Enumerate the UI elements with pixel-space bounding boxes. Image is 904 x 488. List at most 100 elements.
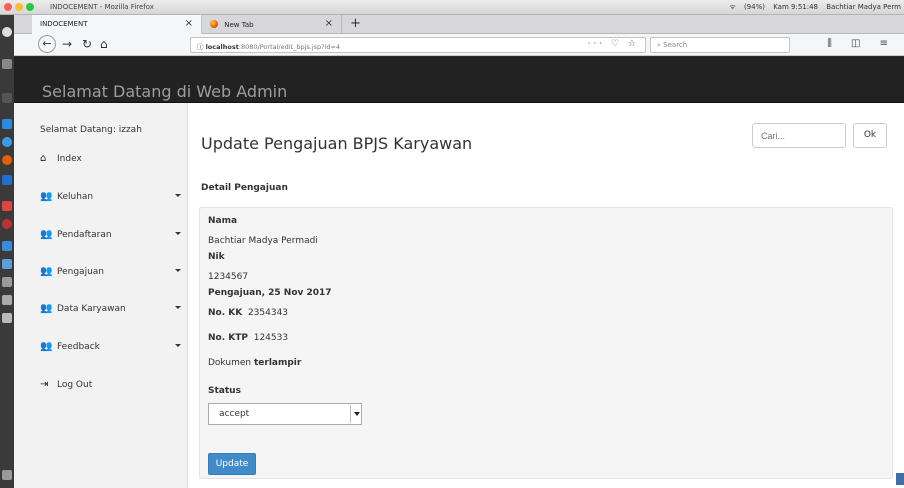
users-icon: 👥: [40, 191, 53, 202]
app-icon[interactable]: [2, 201, 12, 211]
section-heading: Detail Pengajuan: [201, 183, 288, 193]
firefox-icon[interactable]: [2, 155, 12, 165]
minimize-window-button[interactable]: [15, 3, 23, 11]
close-tab-icon[interactable]: ×: [325, 18, 333, 29]
users-icon: 👥: [40, 303, 53, 314]
sidebar-item-label: Feedback: [57, 342, 100, 352]
trash-icon[interactable]: [2, 470, 12, 480]
brand-title[interactable]: Selamat Datang di Web Admin: [42, 82, 287, 101]
sidebar-item-feedback[interactable]: 👥 Feedback: [40, 341, 181, 352]
sidebar-item-index[interactable]: ⌂ Index: [40, 153, 180, 164]
launcher-dock: [0, 15, 14, 488]
dokumen-label: Dokumen: [208, 358, 252, 368]
caret-down-icon: [175, 344, 181, 347]
sidebar-item-logout[interactable]: ⇥ Log Out: [40, 379, 180, 390]
dokumen-row: Dokumen terlampir: [208, 358, 301, 368]
app-icon[interactable]: [2, 241, 12, 251]
side-panel-toggle[interactable]: [896, 473, 904, 485]
ktp-label: No. KTP: [208, 333, 248, 343]
status-selected-value: accept: [219, 409, 250, 419]
app-icon[interactable]: [2, 259, 12, 269]
logout-icon: ⇥: [40, 379, 49, 390]
home-icon: ⌂: [40, 153, 47, 164]
caret-down-icon: [175, 269, 181, 272]
detail-panel: Nama Bachtiar Madya Permadi Nik 1234567 …: [199, 207, 893, 479]
main-content: Update Pengajuan BPJS Karyawan Ok Detail…: [188, 103, 904, 488]
reload-button[interactable]: ↻: [82, 37, 92, 51]
tab-new-tab[interactable]: New Tab ×: [202, 15, 342, 34]
tab-indocement[interactable]: INDOCEMENT ×: [32, 15, 202, 34]
close-tab-icon[interactable]: ×: [185, 18, 193, 29]
pengajuan-date: Pengajuan, 25 Nov 2017: [208, 288, 332, 298]
page-actions-icon[interactable]: ··· ♡ ☆: [588, 39, 639, 49]
battery-indicator[interactable]: (94%): [744, 3, 765, 11]
sidebar-item-label: Keluhan: [57, 192, 94, 202]
tab-label: New Tab: [224, 21, 254, 29]
sidebar-item-label: Index: [57, 154, 82, 164]
clock[interactable]: Kam 9:51:48: [773, 3, 818, 11]
search-ok-button[interactable]: Ok: [853, 123, 887, 148]
sidebar-item-label: Pendaftaran: [57, 230, 112, 240]
ktp-row: No. KTP 124533: [208, 333, 288, 343]
app-icon[interactable]: [2, 175, 12, 185]
back-button[interactable]: ←: [38, 35, 56, 53]
sidebar-item-pendaftaran[interactable]: 👥 Pendaftaran: [40, 229, 181, 240]
app-icon[interactable]: [2, 119, 12, 129]
kk-value: 2354343: [247, 308, 289, 318]
kk-label: No. KK: [208, 308, 243, 318]
sidebar-item-keluhan[interactable]: 👥 Keluhan: [40, 191, 181, 202]
sidebar-item-pengajuan[interactable]: 👥 Pengajuan: [40, 266, 181, 277]
info-icon[interactable]: ⓘ: [197, 43, 204, 51]
site-navbar: Selamat Datang di Web Admin: [14, 57, 904, 103]
url-path: :8080/Portal/edit_bpjs.jsp?id=4: [238, 43, 341, 51]
system-tray: ᯤ (94%) Kam 9:51:48 Bachtiar Madya Perm: [723, 3, 901, 12]
app-icon[interactable]: [2, 219, 12, 229]
sidebar-item-label: Data Karyawan: [57, 304, 126, 314]
welcome-text: Selamat Datang: izzah: [40, 125, 142, 135]
search-placeholder: Search: [663, 41, 688, 49]
library-icon[interactable]: ⫼ ◫ ≡: [827, 38, 896, 49]
user-menu[interactable]: Bachtiar Madya Perm: [826, 3, 901, 11]
sidebar-item-data-karyawan[interactable]: 👥 Data Karyawan: [40, 303, 181, 314]
new-tab-button[interactable]: +: [350, 16, 361, 31]
chrome-icon[interactable]: [2, 137, 12, 147]
tab-label: INDOCEMENT: [40, 20, 88, 28]
sidebar-item-label: Log Out: [57, 380, 93, 390]
window-title: INDOCEMENT - Mozilla Firefox: [50, 3, 154, 11]
wifi-icon[interactable]: ᯤ: [729, 3, 735, 11]
sidebar: Selamat Datang: izzah ⌂ Index 👥 Keluhan 👥 P…: [14, 103, 188, 488]
url-bar[interactable]: ⓘ localhost:8080/Portal/edit_bpjs.jsp?id…: [190, 37, 646, 53]
navigation-toolbar: ← → ↻ ⌂ ⓘ localhost:8080/Portal/edit_bpj…: [14, 34, 904, 56]
nik-value: 1234567: [208, 272, 249, 282]
update-button[interactable]: Update: [208, 453, 256, 475]
status-select[interactable]: accept: [208, 403, 362, 425]
forward-button[interactable]: →: [62, 37, 72, 51]
browser-search-input[interactable]: ⌕ Search: [650, 37, 790, 53]
nama-label: Nama: [208, 216, 238, 226]
nik-label: Nik: [208, 252, 225, 262]
ktp-value: 124533: [253, 333, 289, 343]
tab-strip: INDOCEMENT × New Tab × +: [14, 15, 904, 34]
caret-down-icon: [175, 232, 181, 235]
users-icon: 👥: [40, 266, 53, 277]
status-label: Status: [208, 386, 241, 396]
home-button[interactable]: ⌂: [100, 37, 108, 51]
caret-down-icon: [175, 194, 181, 197]
dokumen-status: terlampir: [253, 358, 302, 368]
nama-value: Bachtiar Madya Permadi: [208, 236, 318, 246]
chevron-down-icon: [350, 405, 360, 423]
maximize-window-button[interactable]: [26, 3, 34, 11]
search-input[interactable]: [752, 123, 846, 148]
close-window-button[interactable]: [4, 3, 12, 11]
kk-row: No. KK 2354343: [208, 308, 288, 318]
app-icon[interactable]: [2, 313, 12, 323]
app-icon[interactable]: [2, 295, 12, 305]
app-icon[interactable]: [2, 277, 12, 287]
search-icon: ⌕: [657, 41, 661, 49]
terminal-icon[interactable]: [2, 93, 12, 103]
system-menubar: INDOCEMENT - Mozilla Firefox ᯤ (94%) Kam…: [0, 0, 904, 15]
caret-down-icon: [175, 306, 181, 309]
finder-icon[interactable]: [2, 59, 12, 69]
url-host: localhost: [205, 43, 239, 51]
apple-icon[interactable]: [2, 27, 12, 37]
